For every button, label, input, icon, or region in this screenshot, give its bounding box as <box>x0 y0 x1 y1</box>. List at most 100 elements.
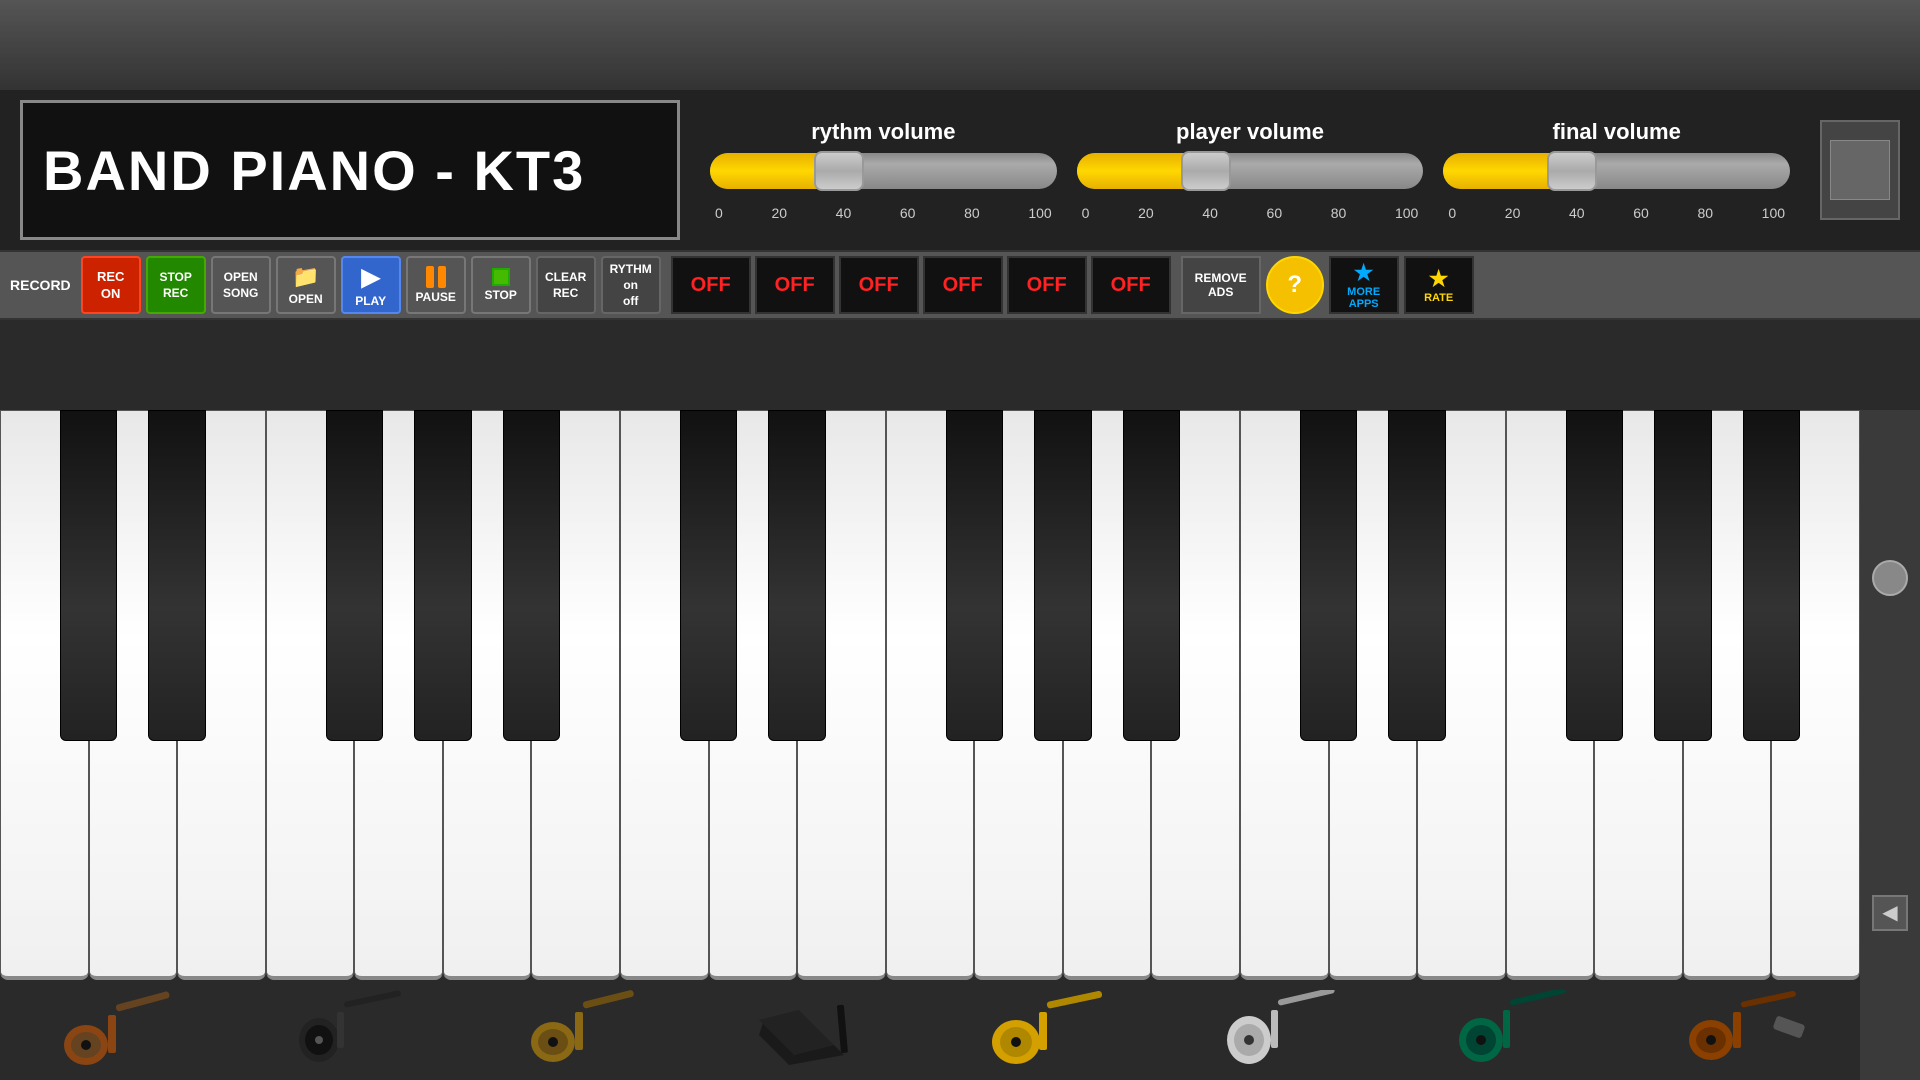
final-slider-container <box>1443 153 1790 197</box>
stop-button[interactable]: STOP <box>471 256 531 314</box>
open-song-sublabel: SONG <box>223 286 258 300</box>
rate-button[interactable]: ★ RATE <box>1404 256 1474 314</box>
guitar-3[interactable] <box>465 980 698 1080</box>
play-button[interactable]: ▶ PLAY <box>341 256 401 314</box>
right-controls: ◀ <box>1860 410 1920 1080</box>
off-button-1[interactable]: OFF <box>671 256 751 314</box>
more-apps-button[interactable]: ★ MOREAPPS <box>1329 256 1399 314</box>
remove-ads-button[interactable]: REMOVE ADS <box>1181 256 1261 314</box>
off-button-6[interactable]: OFF <box>1091 256 1171 314</box>
final-slider-thumb[interactable] <box>1547 151 1597 191</box>
rythm-on: on <box>623 278 638 292</box>
player-volume-group: player volume 0 20 40 60 80 100 <box>1077 119 1424 221</box>
folder-icon: 📁 <box>292 264 319 290</box>
guitar-6[interactable] <box>1163 980 1396 1080</box>
open-song-button[interactable]: OPEN SONG <box>211 256 271 314</box>
final-volume-group: final volume 0 20 40 60 80 100 <box>1443 119 1790 221</box>
rythm-toggle-button[interactable]: RYTHM on off <box>601 256 661 314</box>
off-button-3[interactable]: OFF <box>839 256 919 314</box>
guitar-5-icon <box>981 990 1111 1070</box>
pause-button[interactable]: PAUSE <box>406 256 466 314</box>
black-key-7[interactable] <box>680 410 738 741</box>
rythm-volume-label: rythm volume <box>811 119 955 145</box>
guitar-7-icon <box>1446 990 1576 1070</box>
pause-label: PAUSE <box>415 290 455 304</box>
guitar-1-icon <box>56 990 176 1070</box>
header-section: BAND PIANO - KT3 rythm volume 0 20 40 60 <box>0 90 1920 250</box>
rec-on-sublabel: ON <box>101 286 121 301</box>
black-key-10[interactable] <box>946 410 1004 741</box>
rythm-off: off <box>623 294 638 308</box>
title-box: BAND PIANO - KT3 <box>20 100 680 240</box>
player-slider-thumb[interactable] <box>1181 151 1231 191</box>
question-icon: ? <box>1287 271 1302 299</box>
open-label: OPEN <box>289 292 323 306</box>
black-key-14[interactable] <box>1300 410 1358 741</box>
player-volume-label: player volume <box>1176 119 1324 145</box>
clear-sublabel: REC <box>553 286 578 300</box>
main-area: BAND PIANO - KT3 rythm volume 0 20 40 60 <box>0 90 1920 1080</box>
guitar-4-icon <box>744 990 884 1070</box>
off-button-5[interactable]: OFF <box>1007 256 1087 314</box>
black-key-8[interactable] <box>768 410 826 741</box>
open-song-label: OPEN <box>224 270 258 284</box>
final-slider-markers: 0 20 40 60 80 100 <box>1443 205 1790 221</box>
player-slider-container <box>1077 153 1424 197</box>
piano-wrapper <box>0 410 1860 980</box>
guitar-2[interactable] <box>233 980 466 1080</box>
clear-button[interactable]: CLEAR REC <box>536 256 596 314</box>
rythm-label: RYTHM <box>610 262 652 276</box>
black-key-5[interactable] <box>503 410 561 741</box>
app-title: BAND PIANO - KT3 <box>43 138 585 203</box>
rec-on-label: REC <box>97 269 124 284</box>
rec-on-button[interactable]: REC ON <box>81 256 141 314</box>
rythm-slider-container <box>710 153 1057 197</box>
volume-controls: rythm volume 0 20 40 60 80 100 <box>710 119 1790 221</box>
star-gold-icon: ★ <box>1429 266 1449 292</box>
black-key-12[interactable] <box>1123 410 1181 741</box>
help-button[interactable]: ? <box>1266 256 1324 314</box>
black-key-3[interactable] <box>326 410 384 741</box>
black-key-18[interactable] <box>1654 410 1712 741</box>
off-button-2[interactable]: OFF <box>755 256 835 314</box>
star-blue-icon: ★ <box>1354 260 1374 286</box>
scroll-left-arrow[interactable]: ◀ <box>1872 895 1908 931</box>
ad-placeholder <box>1820 120 1900 220</box>
rythm-slider-track <box>710 153 1057 189</box>
guitar-6-icon <box>1214 990 1344 1070</box>
toolbar: RECORD REC ON STOP REC OPEN SONG 📁 OPEN … <box>0 250 1920 320</box>
black-key-0[interactable] <box>60 410 118 741</box>
rythm-slider-thumb[interactable] <box>814 151 864 191</box>
rythm-slider-markers: 0 20 40 60 80 100 <box>710 205 1057 221</box>
off-buttons-group: OFF OFF OFF OFF OFF OFF <box>671 256 1171 314</box>
black-key-11[interactable] <box>1034 410 1092 741</box>
guitar-3-icon <box>521 990 641 1070</box>
stop-label: STOP <box>484 288 516 302</box>
open-button[interactable]: 📁 OPEN <box>276 256 336 314</box>
stop-rec-button[interactable]: STOP REC <box>146 256 206 314</box>
rythm-volume-group: rythm volume 0 20 40 60 80 100 <box>710 119 1057 221</box>
rate-label: RATE <box>1424 292 1453 304</box>
black-key-4[interactable] <box>414 410 472 741</box>
off-button-4[interactable]: OFF <box>923 256 1003 314</box>
stop-icon <box>492 268 510 286</box>
black-key-17[interactable] <box>1566 410 1624 741</box>
keys-container <box>0 410 1860 980</box>
guitar-4[interactable] <box>698 980 931 1080</box>
guitar-8[interactable] <box>1628 980 1861 1080</box>
stop-rec-label: STOP <box>159 270 191 284</box>
play-label: PLAY <box>355 294 386 308</box>
guitar-8-icon <box>1679 990 1809 1070</box>
player-slider-fill <box>1077 153 1198 189</box>
top-bar <box>0 0 1920 90</box>
record-label: RECORD <box>10 277 71 293</box>
more-apps-label: MOREAPPS <box>1347 286 1380 310</box>
stop-rec-sublabel: REC <box>163 286 188 300</box>
scroll-circle[interactable] <box>1872 560 1908 596</box>
guitar-5[interactable] <box>930 980 1163 1080</box>
black-key-15[interactable] <box>1388 410 1446 741</box>
guitar-1[interactable] <box>0 980 233 1080</box>
black-key-19[interactable] <box>1743 410 1801 741</box>
black-key-1[interactable] <box>148 410 206 741</box>
guitar-7[interactable] <box>1395 980 1628 1080</box>
